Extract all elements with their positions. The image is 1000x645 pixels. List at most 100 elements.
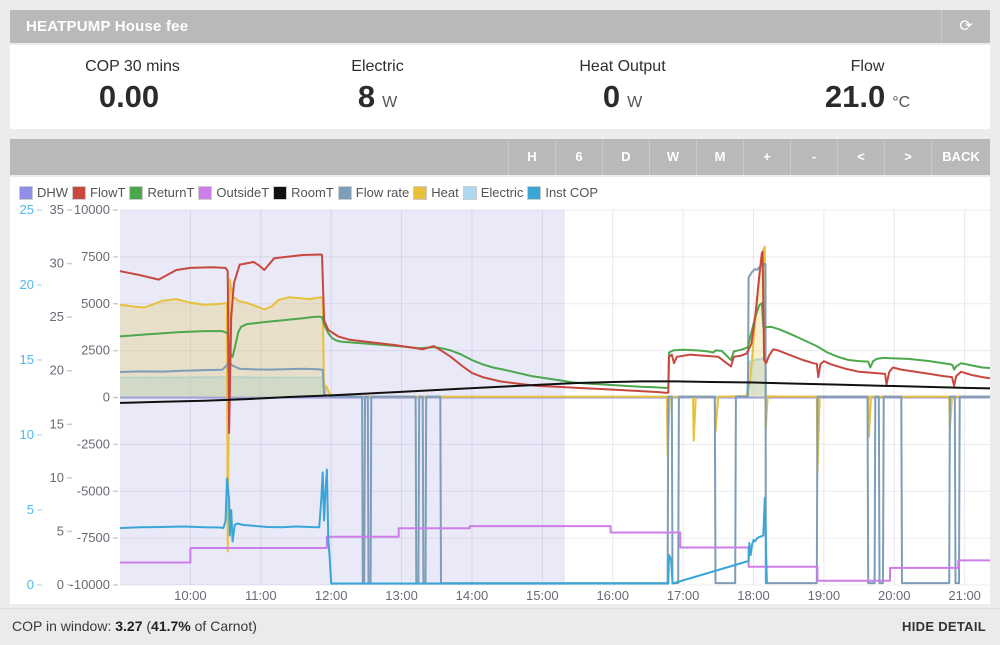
legend-item-heat[interactable]: Heat	[413, 185, 458, 200]
temp-axis-tick: 15	[50, 416, 64, 431]
stat-unit: °C	[892, 94, 910, 111]
legend-item-flow-rate[interactable]: Flow rate	[338, 185, 409, 200]
footer-bar: COP in window: 3.27 (41.7% of Carnot) HI…	[0, 608, 1000, 645]
x-axis-tick: 19:00	[808, 588, 841, 603]
cop-axis-tick: 20	[20, 277, 34, 292]
x-axis-tick: 10:00	[174, 588, 207, 603]
toolbar-button-h[interactable]: H	[508, 139, 555, 175]
x-axis-tick: 14:00	[456, 588, 489, 603]
legend-label: RoomT	[291, 185, 334, 200]
legend-swatch	[463, 186, 477, 200]
temp-axis-tick: 10	[50, 470, 64, 485]
temp-axis-tick: 20	[50, 363, 64, 378]
refresh-icon: ⟳	[959, 18, 972, 35]
legend-item-returnt[interactable]: ReturnT	[129, 185, 194, 200]
legend-item-inst-cop[interactable]: Inst COP	[527, 185, 598, 200]
cop-axis-tick: 25	[20, 202, 34, 217]
title-bar: HEATPUMP House fee ⟳	[10, 10, 990, 43]
stat-flow: Flow 21.0°C	[745, 45, 990, 129]
legend-label: ReturnT	[147, 185, 194, 200]
refresh-button[interactable]: ⟳	[941, 10, 990, 43]
legend-item-electric[interactable]: Electric	[463, 185, 524, 200]
toolbar-button-w[interactable]: W	[649, 139, 696, 175]
temp-axis-tick: 5	[57, 523, 64, 538]
toolbar-button--[interactable]: -	[790, 139, 837, 175]
legend-swatch	[527, 186, 541, 200]
power-axis-tick: 5000	[81, 296, 110, 311]
stat-value: 0.00	[10, 79, 255, 115]
stat-electric: Electric8W	[255, 45, 500, 129]
stat-label: Heat Output	[500, 58, 745, 76]
stat-value: 21.0°C	[745, 79, 990, 115]
power-axis-tick: -7500	[77, 530, 110, 545]
power-axis-tick: 7500	[81, 249, 110, 264]
legend-label: Flow rate	[356, 185, 409, 200]
legend-label: DHW	[37, 185, 68, 200]
toolbar-button-<[interactable]: <	[837, 139, 884, 175]
x-axis-tick: 13:00	[385, 588, 418, 603]
temp-axis-tick: 30	[50, 256, 64, 271]
stat-heat-output: Heat Output 0W	[500, 45, 745, 129]
x-axis-tick: 16:00	[596, 588, 629, 603]
cop-summary: COP in window: 3.27 (41.7% of Carnot)	[12, 609, 257, 644]
toolbar-button->[interactable]: >	[884, 139, 931, 175]
x-axis-tick: 12:00	[315, 588, 348, 603]
power-axis-tick: -5000	[77, 483, 110, 498]
toolbar-button-back[interactable]: BACK	[931, 139, 990, 175]
cop-axis-tick: 15	[20, 352, 34, 367]
power-axis-tick: 0	[103, 390, 110, 405]
time-toolbar: H6DWM+-<>BACK	[10, 139, 990, 175]
legend-label: FlowT	[90, 185, 125, 200]
cop-axis-tick: 10	[20, 427, 34, 442]
temp-axis-tick: 0	[57, 577, 64, 592]
legend-label: Heat	[431, 185, 458, 200]
x-axis-tick: 15:00	[526, 588, 559, 603]
stat-value: 8W	[255, 79, 500, 115]
legend-swatch	[19, 186, 33, 200]
x-axis-tick: 21:00	[948, 588, 981, 603]
stats-bar: COP 30 mins 0.00Electric8WHeat Output 0WFl…	[10, 45, 990, 129]
power-axis-tick: 10000	[74, 202, 110, 217]
stat-unit: W	[627, 94, 642, 111]
toolbar-button-m[interactable]: M	[696, 139, 743, 175]
x-axis-tick: 18:00	[737, 588, 770, 603]
stat-cop-30-mins: COP 30 mins 0.00	[10, 45, 255, 129]
cop-label: COP in window:	[12, 618, 115, 634]
legend-item-dhw[interactable]: DHW	[19, 185, 68, 200]
stat-value: 0W	[500, 79, 745, 115]
power-axis-tick: 2500	[81, 343, 110, 358]
legend-label: Electric	[481, 185, 524, 200]
cop-axis-tick: 0	[27, 577, 34, 592]
power-axis-tick: -10000	[70, 577, 110, 592]
legend-item-outsidet[interactable]: OutsideT	[198, 185, 269, 200]
chart-legend: DHW FlowT ReturnT OutsideT RoomT Flow rate Hea…	[19, 185, 602, 200]
heatpump-chart[interactable]: 0 5 10 15 20 25 0 5 10 15 20 25 30 35 -10000 -7500 -5000…	[10, 177, 990, 604]
stat-unit: W	[382, 94, 397, 111]
x-axis-tick: 11:00	[245, 588, 277, 603]
x-axis-tick: 17:00	[667, 588, 700, 603]
cop-axis-tick: 5	[27, 502, 34, 517]
legend-item-flowt[interactable]: FlowT	[72, 185, 125, 200]
toolbar-button-6[interactable]: 6	[555, 139, 602, 175]
chart-panel: DHW FlowT ReturnT OutsideT RoomT Flow rate Hea…	[10, 177, 990, 604]
legend-swatch	[413, 186, 427, 200]
stat-label: Flow	[745, 58, 990, 76]
stat-label: COP 30 mins	[10, 58, 255, 76]
toolbar-button-d[interactable]: D	[602, 139, 649, 175]
legend-label: OutsideT	[216, 185, 269, 200]
carnot-pct: 41.7%	[151, 618, 191, 634]
temp-axis-tick: 35	[50, 202, 64, 217]
legend-item-roomt[interactable]: RoomT	[273, 185, 334, 200]
x-axis-tick: 20:00	[878, 588, 911, 603]
legend-swatch	[198, 186, 212, 200]
power-axis-tick: -2500	[77, 436, 110, 451]
cop-value: 3.27	[115, 618, 142, 634]
hide-detail-button[interactable]: HIDE DETAIL	[902, 609, 986, 644]
page-title: HEATPUMP House fee	[10, 10, 990, 43]
legend-swatch	[129, 186, 143, 200]
legend-label: Inst COP	[545, 185, 598, 200]
toolbar-button-+[interactable]: +	[743, 139, 790, 175]
temp-axis-tick: 25	[50, 309, 64, 324]
legend-swatch	[338, 186, 352, 200]
heatpump-app: { "header": {"title": "HEATPUMP House fe…	[0, 0, 1000, 644]
